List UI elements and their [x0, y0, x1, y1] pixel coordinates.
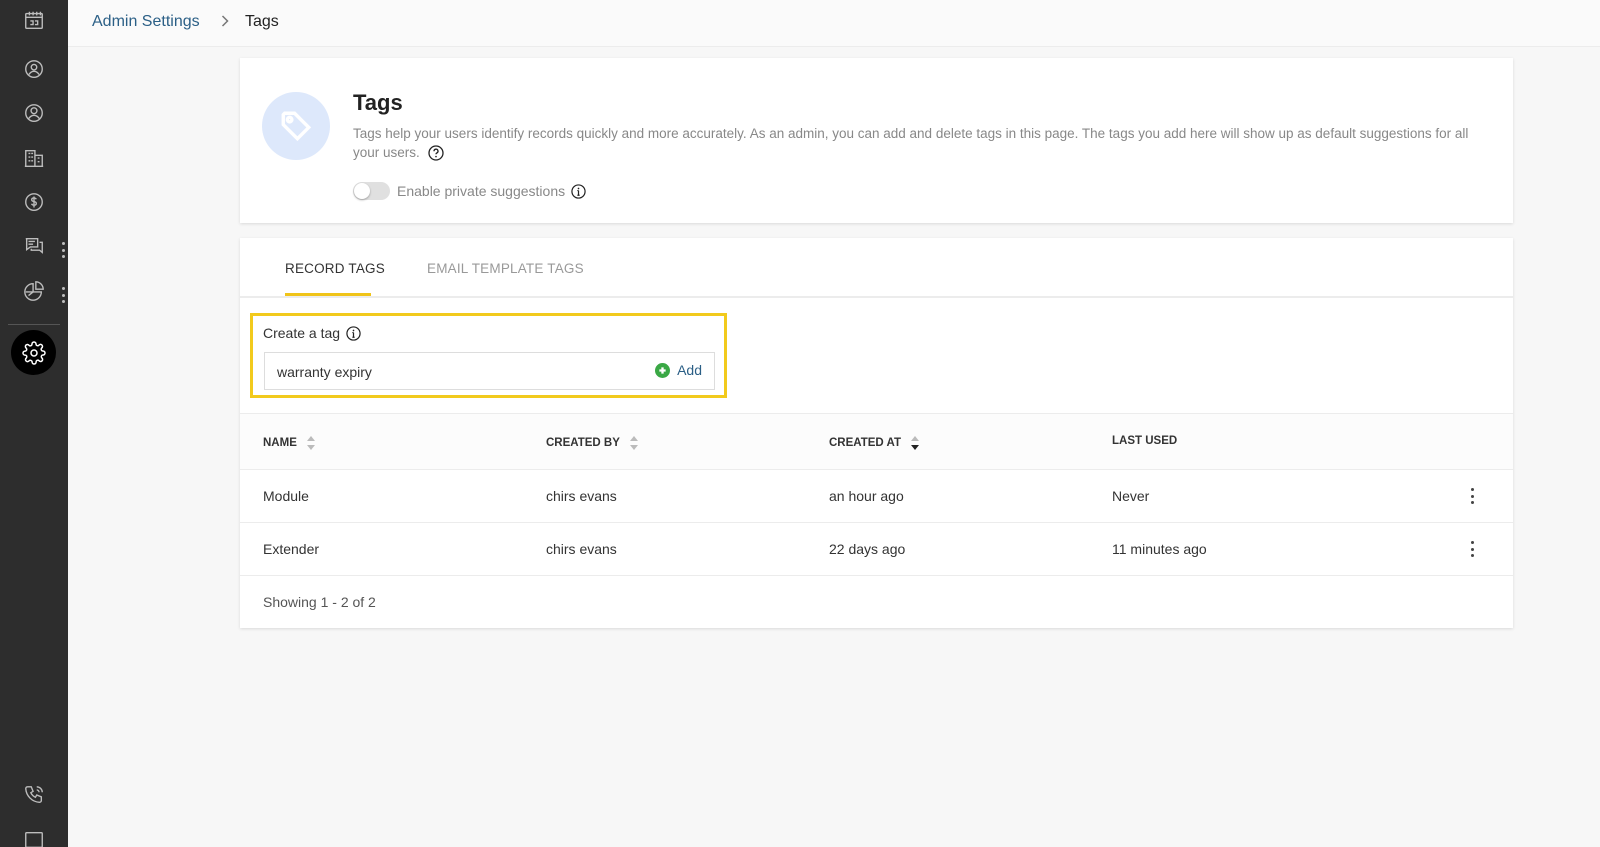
cell-name: Extender: [263, 541, 320, 557]
tags-table: NAME CREATED BY CREATED AT LAST USED Mod…: [240, 413, 1513, 629]
cell-name: Module: [263, 488, 309, 504]
window-icon[interactable]: [16, 822, 52, 847]
info-icon[interactable]: [346, 325, 361, 341]
private-suggestions-row: Enable private suggestions: [353, 182, 586, 200]
breadcrumb: Admin Settings Tags: [68, 0, 1600, 47]
chart-icon[interactable]: [16, 273, 52, 309]
breadcrumb-current: Tags: [245, 13, 279, 30]
more-vertical-icon[interactable]: [1462, 539, 1482, 559]
column-header-created-by[interactable]: CREATED BY: [546, 435, 639, 451]
more-vertical-icon[interactable]: [1462, 486, 1482, 506]
table-header: NAME CREATED BY CREATED AT LAST USED: [240, 413, 1513, 470]
page-description: Tags help your users identify records qu…: [353, 124, 1473, 162]
cell-created-at: an hour ago: [829, 488, 904, 504]
plus-circle-icon: [655, 362, 671, 378]
tabs-bar: RECORD TAGS EMAIL TEMPLATE TAGS: [240, 238, 1513, 298]
chat-more-icon[interactable]: [61, 242, 65, 258]
column-header-last-used: LAST USED: [1112, 435, 1177, 447]
cell-created-at: 22 days ago: [829, 541, 906, 557]
page-title: Tags: [353, 90, 403, 115]
question-mark-icon[interactable]: [427, 145, 444, 162]
add-tag-button[interactable]: Add: [655, 362, 702, 378]
tags-header-card: Tags Tags help your users identify recor…: [240, 58, 1513, 223]
tag-icon: [262, 92, 330, 160]
active-tab-indicator: [285, 293, 371, 296]
sort-icon: [629, 435, 639, 451]
tag-name-input-value: warranty expiry: [277, 364, 372, 380]
cell-created-by: chirs evans: [546, 541, 617, 557]
building-icon[interactable]: [16, 140, 52, 176]
tab-record-tags[interactable]: RECORD TAGS: [285, 261, 385, 276]
column-header-name[interactable]: NAME: [263, 435, 316, 451]
sidebar-divider: [8, 324, 60, 325]
column-header-created-at[interactable]: CREATED AT: [829, 435, 920, 451]
tab-email-template-tags[interactable]: EMAIL TEMPLATE TAGS: [427, 261, 584, 276]
create-tag-label: Create a tag: [263, 325, 341, 341]
private-suggestions-label: Enable private suggestions: [397, 183, 566, 199]
sort-icon: [306, 435, 316, 451]
breadcrumb-admin-settings-link[interactable]: Admin Settings: [92, 13, 200, 31]
create-tag-section: Create a tag warranty expiry Add: [250, 313, 727, 398]
toggle-knob: [354, 183, 370, 199]
dollar-icon[interactable]: [16, 184, 52, 220]
calendar-icon[interactable]: [16, 2, 52, 38]
create-tag-label-row: Create a tag: [263, 325, 361, 341]
sidebar: [0, 0, 68, 847]
table-row[interactable]: Extender chirs evans 22 days ago 11 minu…: [240, 523, 1513, 576]
chart-more-icon[interactable]: [61, 287, 65, 303]
column-header-created-at-label: CREATED AT: [829, 437, 901, 449]
tag-name-input[interactable]: warranty expiry Add: [264, 352, 715, 390]
phone-icon[interactable]: [16, 777, 52, 813]
column-header-created-by-label: CREATED BY: [546, 437, 620, 449]
cell-last-used: 11 minutes ago: [1112, 541, 1207, 557]
page-description-text: Tags help your users identify records qu…: [353, 126, 1469, 160]
table-footer: Showing 1 - 2 of 2: [240, 576, 1513, 629]
chat-icon[interactable]: [16, 228, 52, 264]
chevron-right-icon: [218, 14, 232, 28]
cell-last-used: Never: [1112, 488, 1150, 504]
sort-desc-icon: [910, 435, 920, 451]
add-tag-button-label: Add: [677, 362, 702, 378]
tags-content-card: RECORD TAGS EMAIL TEMPLATE TAGS Create a…: [240, 238, 1513, 628]
table-row[interactable]: Module chirs evans an hour ago Never: [240, 470, 1513, 523]
user-icon[interactable]: [16, 95, 52, 131]
settings-icon[interactable]: [11, 330, 56, 375]
info-icon[interactable]: [571, 183, 586, 199]
pagination-summary: Showing 1 - 2 of 2: [263, 594, 376, 610]
column-header-last-used-label: LAST USED: [1112, 435, 1178, 447]
contact-icon[interactable]: [16, 51, 52, 87]
column-header-name-label: NAME: [263, 437, 297, 449]
cell-created-by: chirs evans: [546, 488, 617, 504]
private-suggestions-toggle[interactable]: [353, 182, 390, 200]
